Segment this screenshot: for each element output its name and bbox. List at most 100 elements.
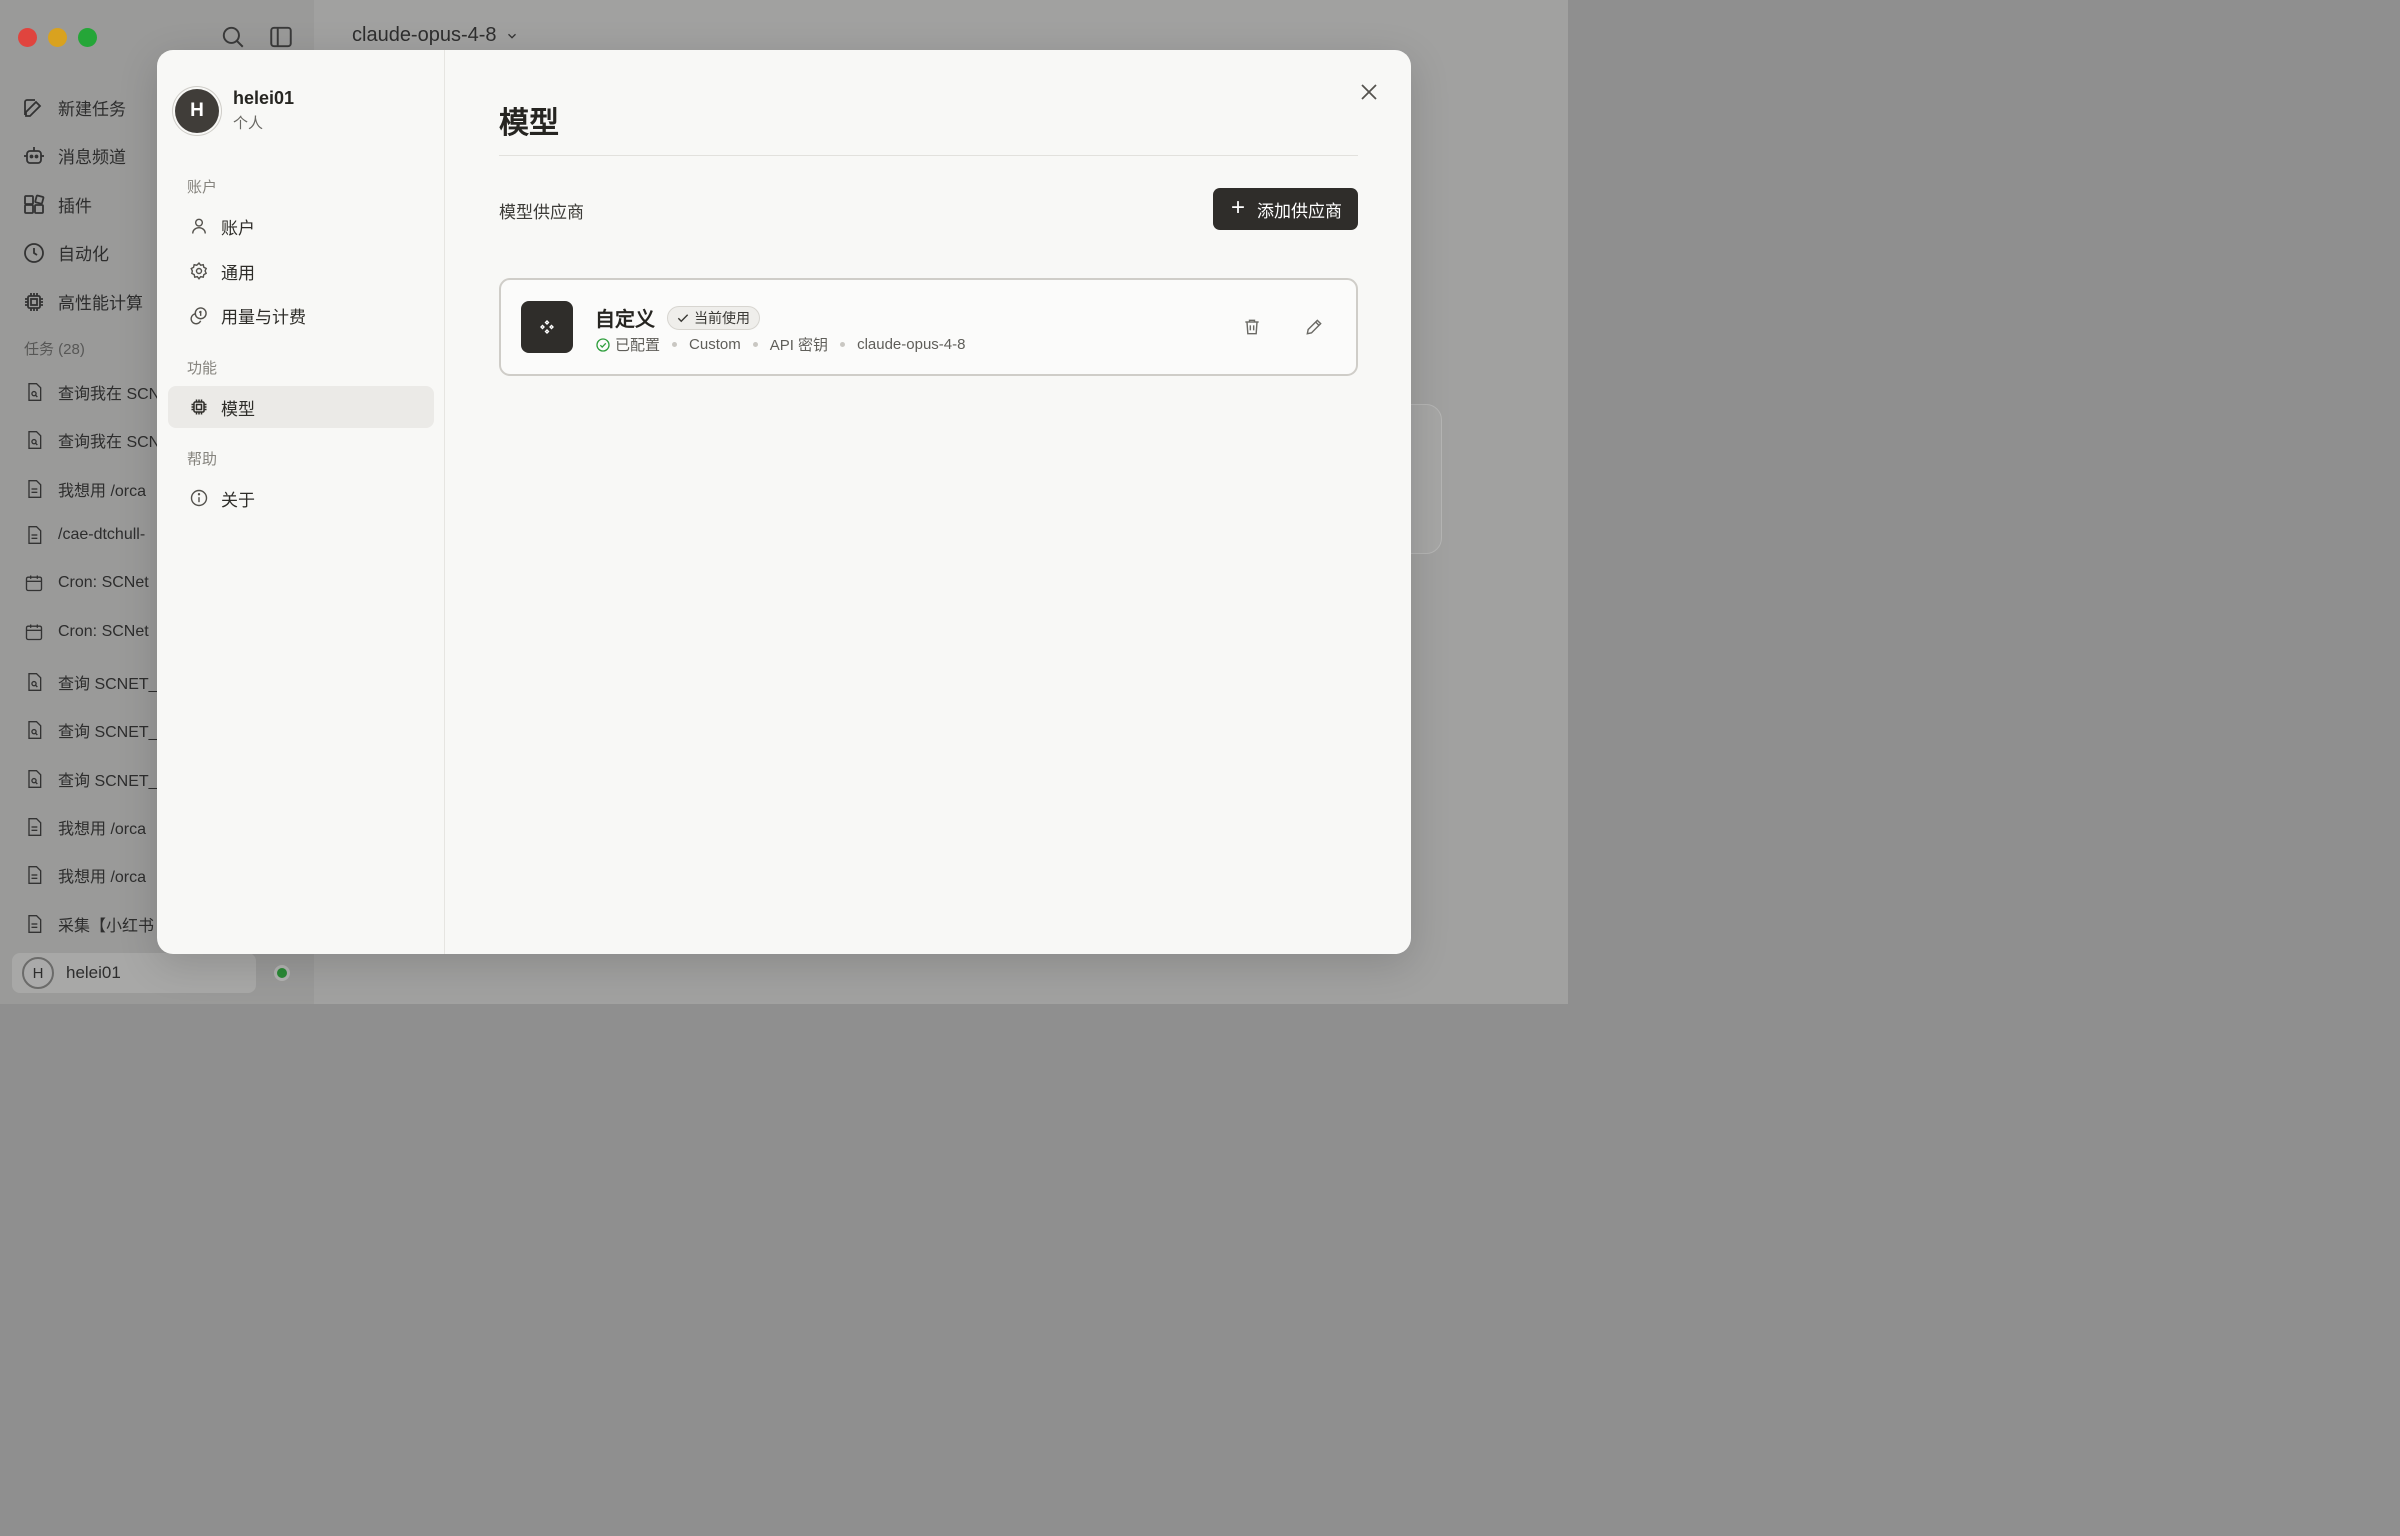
nav-new-task[interactable]: 新建任务 [22,95,126,120]
check-circle-icon [596,337,610,352]
chip-icon [25,292,43,311]
provider-type: Custom [689,336,741,353]
nav-plugins[interactable]: 插件 [22,192,92,217]
nav-hpc[interactable]: 高性能计算 [22,289,143,314]
search-doc-icon [28,431,42,449]
nav-label: 高性能计算 [58,294,143,313]
sidebar-item-label: 模型 [221,399,255,419]
search-doc-icon [28,673,42,691]
nav-label: 插件 [58,197,92,216]
provider-meta: 已配置 Custom API 密钥 claude-opus-4-8 [595,334,965,355]
user-name: helei01 [66,963,121,982]
nav-channels[interactable]: 消息频道 [22,143,126,168]
profile-header: H helei01 个人 [175,88,294,133]
plus-icon: + [1230,194,1245,221]
provider-model: claude-opus-4-8 [857,336,966,353]
trash-icon [1245,319,1259,335]
task-label: 查询 SCNET_ [58,676,158,693]
task-label: 查询 SCNET_ [58,773,158,790]
doc-icon [28,526,42,544]
calendar-icon [25,624,43,641]
section-label-features: 功能 [187,360,218,377]
sidebar-item-usage[interactable]: 用量与计费 [168,294,434,336]
search-doc-icon [28,383,42,401]
page-title: 模型 [499,107,559,140]
separator-dot [672,342,678,347]
provider-title-row: 自定义 当前使用 [595,303,760,332]
task-label: Cron: SCNet [58,574,149,591]
sidebar-item-about[interactable]: 关于 [168,477,434,519]
sidebar-item-label: 账户 [221,218,255,238]
nav-label: 新建任务 [58,100,126,119]
profile-name: helei01 [233,88,295,108]
chip-icon [191,399,207,415]
doc-icon [28,480,42,498]
add-provider-button[interactable]: + 添加供应商 [1212,188,1358,230]
clock-icon [24,242,44,263]
provider-auth: API 密钥 [769,337,829,354]
sidebar-item-models[interactable]: 模型 [168,386,434,428]
nav-label: 消息频道 [58,148,126,167]
user-menu-button[interactable]: H helei01 [12,953,256,993]
search-doc-icon [28,721,42,739]
section-label-account: 账户 [187,179,218,196]
search-doc-icon [28,770,42,788]
task-label: Cron: SCNet [58,623,149,640]
edit-icon [24,98,42,117]
model-selector-label: claude-opus-4-8 [352,24,497,46]
chevron-down-icon [507,33,516,39]
providers-section-label: 模型供应商 [499,203,584,222]
doc-icon [28,915,42,933]
minimize-window-button[interactable] [48,28,67,47]
avatar: H [175,88,219,133]
separator-dot [840,342,846,347]
online-status-indicator [274,965,290,981]
sidebar-item-label: 通用 [221,263,255,283]
calendar-icon [25,575,43,592]
add-provider-label: 添加供应商 [1257,201,1342,221]
avatar: H [22,957,54,989]
settings-content: 模型 模型供应商 + 添加供应商 自定义 当前使用 已配置 Custom API… [446,50,1411,954]
settings-modal: H helei01 个人 账户 账户 通用 用量与计费 功能 模型 帮助 关于 [157,50,1411,954]
task-label: 我想用 /orca [58,869,147,886]
provider-name: 自定义 [595,309,655,331]
delete-provider-button[interactable] [1242,317,1264,339]
task-label: 我想用 /orca [58,483,147,500]
search-icon[interactable] [220,24,246,50]
tasks-header: 任务 (28) [24,341,85,358]
task-label: 查询 SCNET_ [58,724,158,741]
user-icon [192,218,206,234]
sidebar-item-label: 用量与计费 [221,307,306,327]
task-label: /cae-dtchull- [58,526,146,543]
info-icon [190,489,208,507]
provider-logo-icon [521,301,573,353]
nav-automation[interactable]: 自动化 [22,240,109,265]
maximize-window-button[interactable] [78,28,97,47]
bot-icon [24,146,44,164]
pencil-icon [1306,319,1322,335]
sidebar-item-account[interactable]: 账户 [168,205,434,247]
task-label: 采集【小红书 [58,918,155,935]
divider [499,155,1358,156]
provider-card[interactable]: 自定义 当前使用 已配置 Custom API 密钥 claude-opus-4… [499,278,1358,376]
close-icon[interactable] [1357,80,1381,104]
provider-status-text: 已配置 [615,337,661,354]
current-in-use-badge: 当前使用 [667,305,760,330]
coins-icon [190,307,207,325]
check-icon [677,313,689,322]
close-window-button[interactable] [18,28,37,47]
provider-status: 已配置 [595,334,660,355]
profile-subtitle: 个人 [233,115,264,132]
badge-label: 当前使用 [694,309,750,326]
model-selector[interactable]: claude-opus-4-8 [352,24,519,47]
gear-icon [190,262,208,280]
sidebar-toggle-icon[interactable] [268,24,294,50]
section-label-help: 帮助 [187,451,218,468]
separator-dot [752,342,758,347]
plugin-icon [24,194,45,214]
edit-provider-button[interactable] [1304,317,1326,339]
sidebar-item-label: 关于 [221,490,255,510]
doc-icon [28,818,42,836]
sidebar-item-general[interactable]: 通用 [168,250,434,292]
nav-label: 自动化 [58,245,109,264]
